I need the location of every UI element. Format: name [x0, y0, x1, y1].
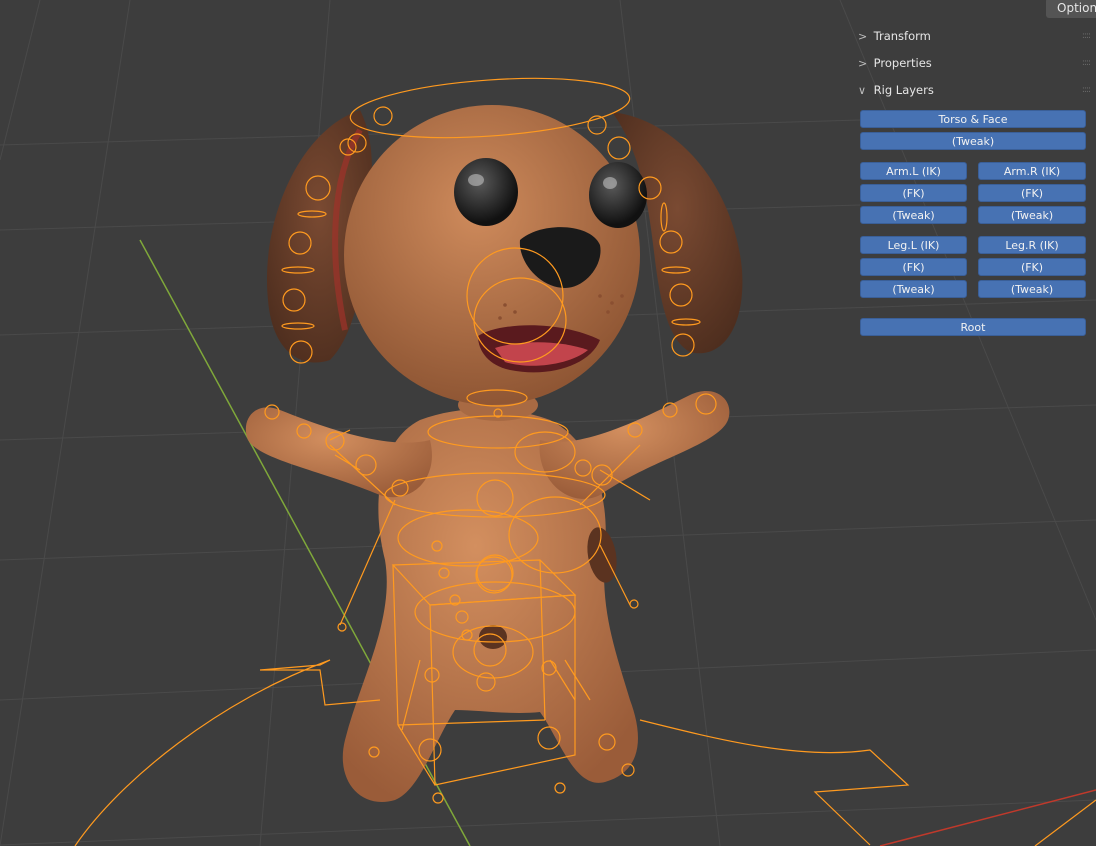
- drag-handle-icon[interactable]: ::::: [1082, 80, 1091, 100]
- panel-properties-label: Properties: [873, 56, 932, 70]
- torso-tweak-button[interactable]: (Tweak): [860, 132, 1086, 150]
- panel-rig-layers[interactable]: ∨ Rig Layers ::::: [858, 80, 1091, 100]
- chevron-down-icon: ∨: [858, 84, 867, 97]
- leg-l-fk-button[interactable]: (FK): [860, 258, 967, 276]
- panel-transform-label: Transform: [873, 29, 931, 43]
- chevron-right-icon: >: [858, 30, 868, 43]
- drag-handle-icon[interactable]: ::::: [1082, 26, 1091, 46]
- x-axis-line: [879, 789, 1096, 846]
- arm-r-ik-button[interactable]: Arm.R (IK): [978, 162, 1086, 180]
- leg-r-tweak-button[interactable]: (Tweak): [978, 280, 1086, 298]
- panel-rig-layers-label: Rig Layers: [873, 83, 934, 97]
- options-button[interactable]: Options: [1046, 0, 1096, 18]
- leg-l-ik-button[interactable]: Leg.L (IK): [860, 236, 967, 254]
- torso-face-button[interactable]: Torso & Face: [860, 110, 1086, 128]
- arm-r-tweak-button[interactable]: (Tweak): [978, 206, 1086, 224]
- arm-l-tweak-button[interactable]: (Tweak): [860, 206, 967, 224]
- arm-r-fk-button[interactable]: (FK): [978, 184, 1086, 202]
- leg-r-fk-button[interactable]: (FK): [978, 258, 1086, 276]
- chevron-right-icon: >: [858, 57, 868, 70]
- sidebar-panel: > Transform :::: > Properties :::: ∨ Rig…: [852, 22, 1096, 352]
- leg-l-tweak-button[interactable]: (Tweak): [860, 280, 967, 298]
- drag-handle-icon[interactable]: ::::: [1082, 53, 1091, 73]
- arm-l-ik-button[interactable]: Arm.L (IK): [860, 162, 967, 180]
- panel-properties[interactable]: > Properties ::::: [858, 53, 1091, 73]
- right-eye: [589, 162, 647, 228]
- root-button[interactable]: Root: [860, 318, 1086, 336]
- left-arm: [245, 407, 432, 498]
- left-eye: [454, 158, 518, 226]
- right-arm: [539, 391, 730, 499]
- leg-r-ik-button[interactable]: Leg.R (IK): [978, 236, 1086, 254]
- panel-transform[interactable]: > Transform ::::: [858, 26, 1091, 46]
- arm-l-fk-button[interactable]: (FK): [860, 184, 967, 202]
